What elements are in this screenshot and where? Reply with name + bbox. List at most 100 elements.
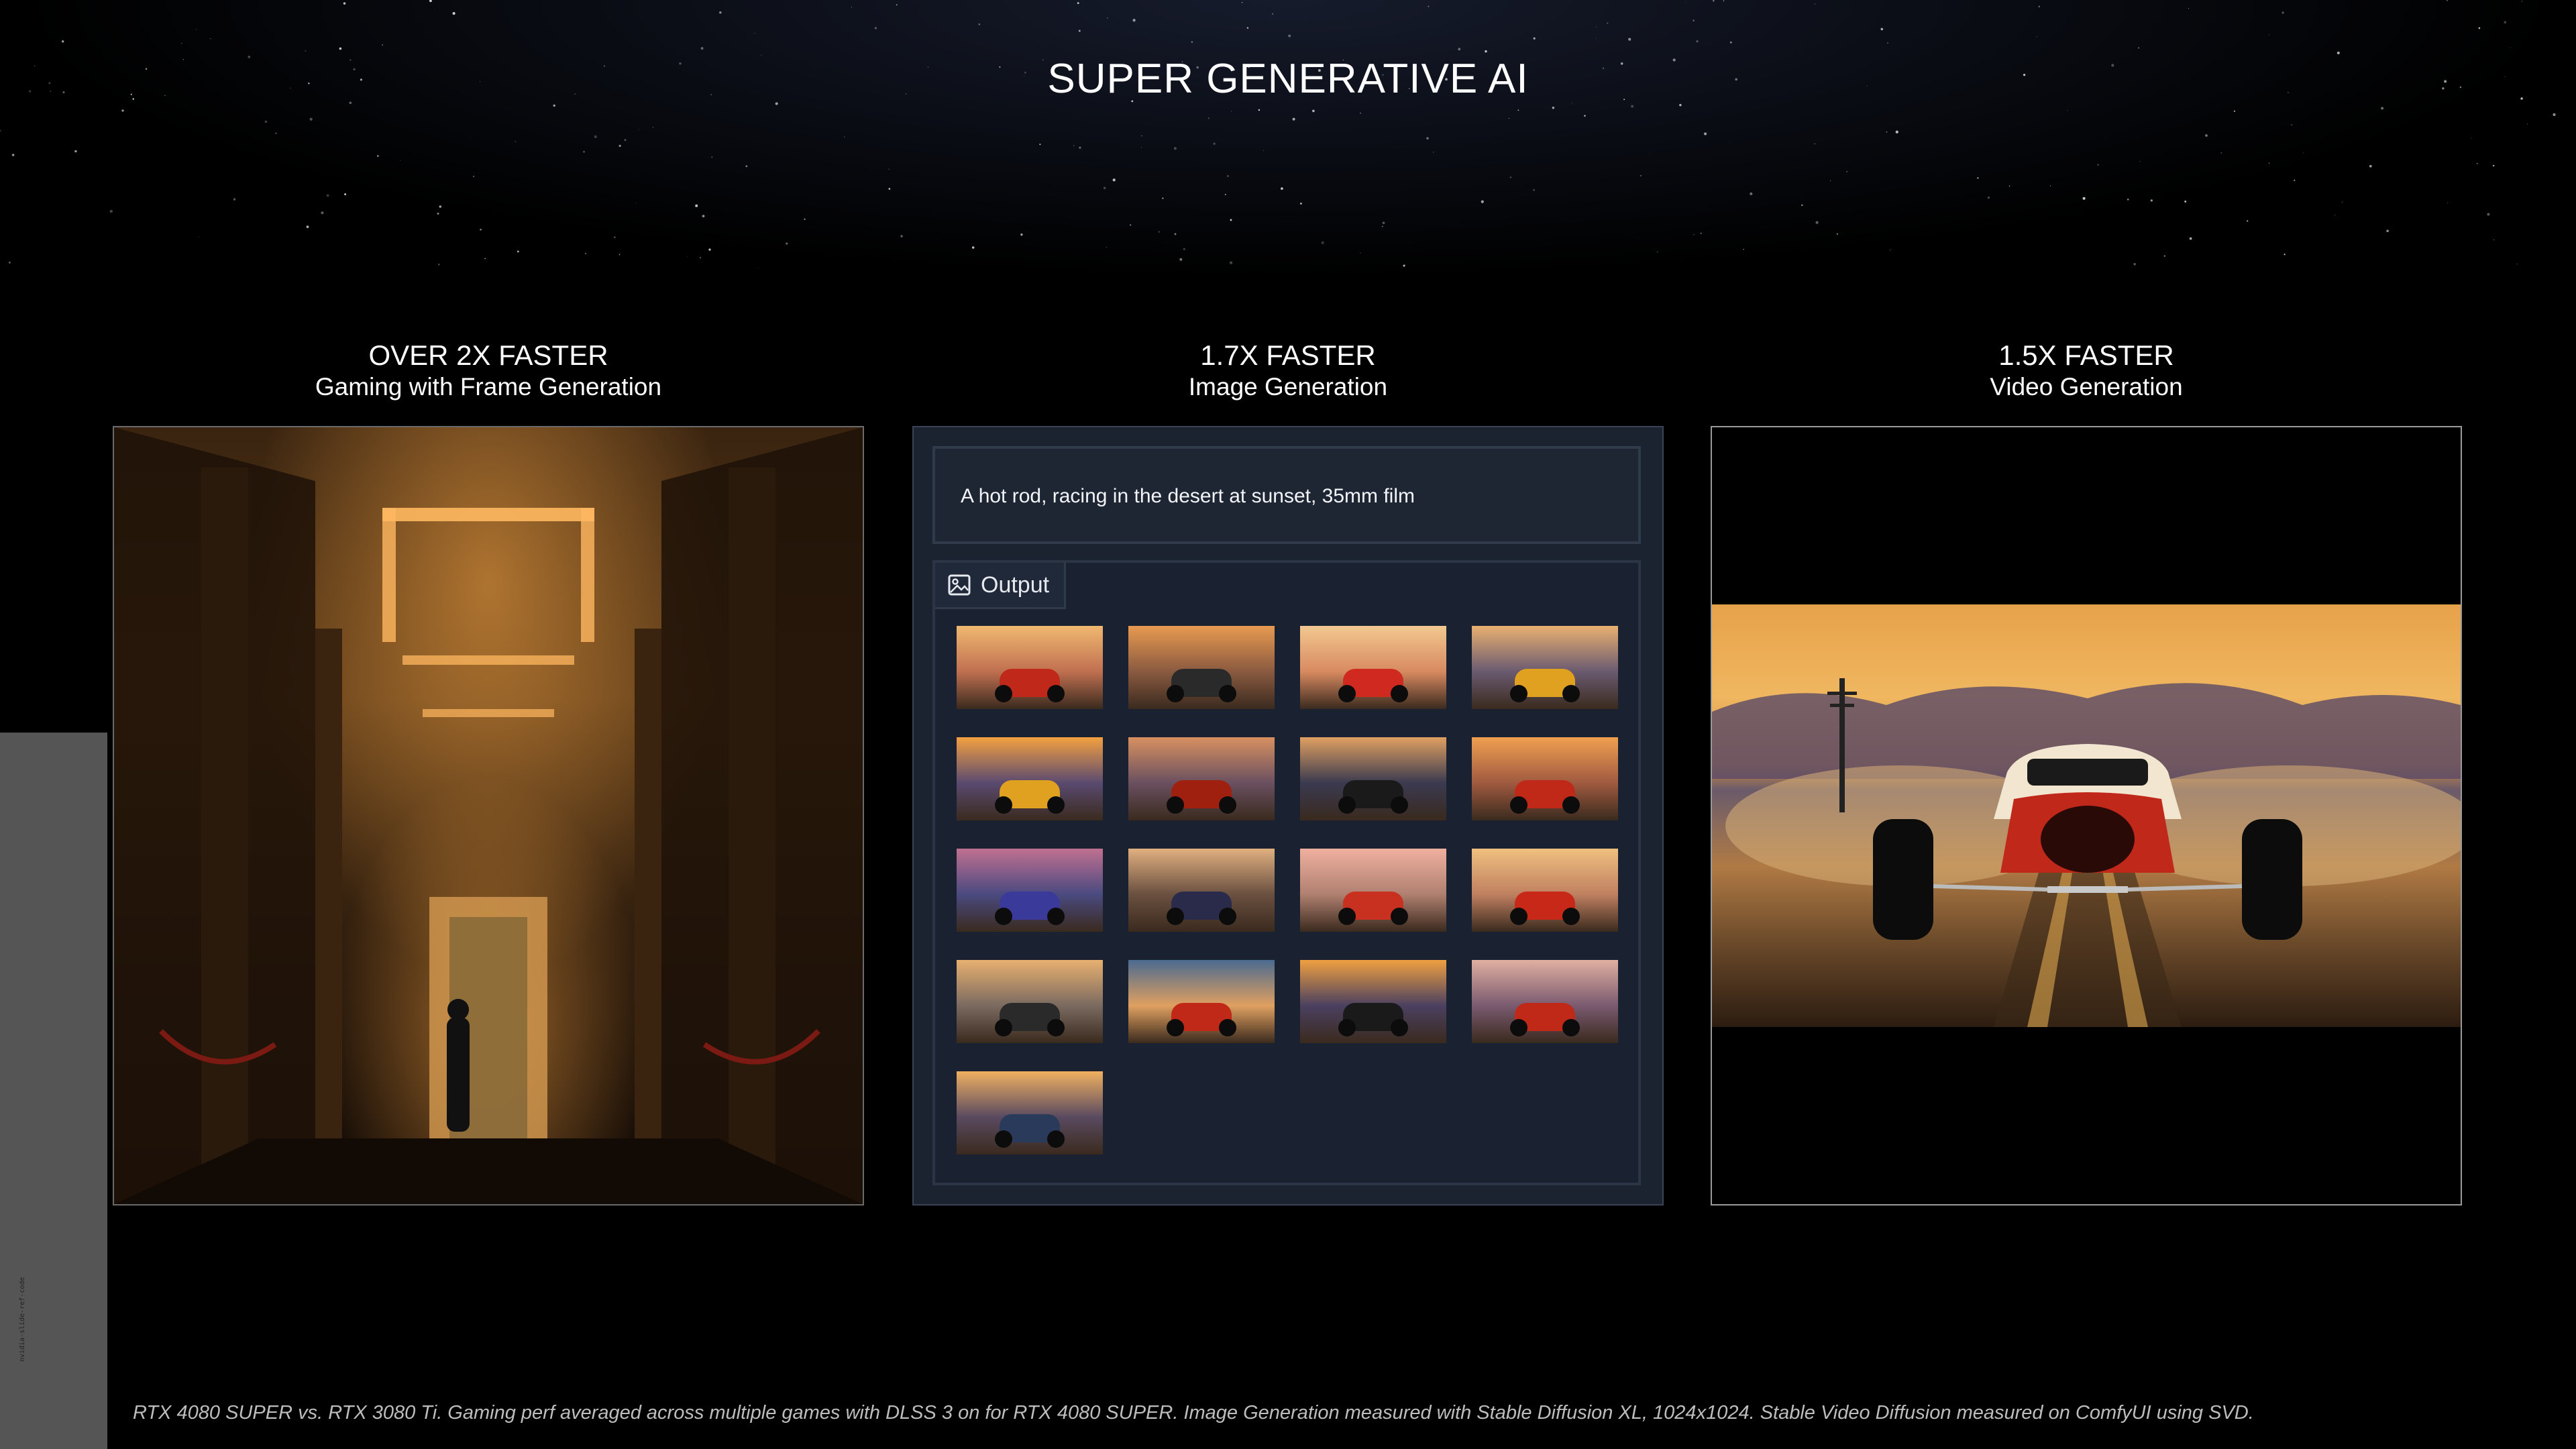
star	[181, 43, 182, 44]
star	[11, 154, 15, 156]
wheel-shape	[1167, 685, 1184, 702]
column-stat: 1.5X FASTER	[1998, 339, 2174, 371]
star	[1552, 106, 1555, 109]
star	[1987, 196, 1990, 199]
star	[2138, 47, 2140, 49]
star	[1533, 189, 1536, 191]
star	[1836, 233, 1838, 235]
video-player[interactable]	[1711, 426, 2462, 1205]
star	[434, 9, 435, 11]
star	[1039, 144, 1041, 146]
star	[1077, 2, 1079, 5]
output-thumbnail[interactable]	[1472, 960, 1618, 1043]
slide-title: SUPER GENERATIVE AI	[1047, 56, 1529, 102]
output-thumbnail[interactable]	[957, 849, 1103, 932]
star	[2008, 185, 2010, 186]
star	[2476, 162, 2478, 164]
star	[745, 165, 748, 168]
output-thumbnail[interactable]	[957, 960, 1103, 1043]
star	[900, 235, 903, 237]
wheel-shape	[1338, 908, 1356, 925]
star	[754, 32, 755, 34]
star	[517, 250, 519, 253]
output-thumbnail[interactable]	[1128, 960, 1275, 1043]
star	[1700, 232, 1702, 234]
output-thumbnail[interactable]	[957, 626, 1103, 709]
star	[376, 155, 379, 157]
star	[429, 0, 432, 3]
star	[702, 215, 705, 217]
wheel-shape	[1338, 796, 1356, 814]
star	[1458, 48, 1461, 51]
wheel-shape	[1510, 908, 1527, 925]
star	[594, 135, 597, 138]
output-thumbnail[interactable]	[1300, 737, 1446, 820]
column-stat: OVER 2X FASTER	[368, 339, 608, 371]
prompt-input[interactable]: A hot rod, racing in the desert at sunse…	[932, 446, 1641, 544]
output-thumbnail[interactable]	[957, 1071, 1103, 1155]
star	[1750, 192, 1753, 195]
wheel-shape	[1562, 908, 1580, 925]
output-thumbnail[interactable]	[957, 737, 1103, 820]
star	[1174, 233, 1177, 235]
output-thumbnail[interactable]	[1472, 626, 1618, 709]
star	[635, 202, 637, 203]
star	[1977, 177, 1979, 179]
output-thumbnail[interactable]	[1300, 849, 1446, 932]
star	[888, 188, 891, 190]
star	[1887, 42, 1888, 44]
star	[306, 225, 309, 228]
star	[326, 194, 329, 197]
image-generation-ui: A hot rod, racing in the desert at sunse…	[912, 426, 1664, 1205]
output-thumbnail[interactable]	[1128, 849, 1275, 932]
star	[2220, 152, 2222, 154]
output-thumbnail[interactable]	[1128, 737, 1275, 820]
star	[2510, 47, 2512, 48]
star	[1263, 150, 1264, 151]
output-tab[interactable]: Output	[935, 563, 1067, 609]
star	[1693, 19, 1695, 21]
wheel-shape	[995, 908, 1012, 925]
column-gaming: OVER 2X FASTER Gaming with Frame Generat…	[113, 339, 864, 1205]
output-thumbnail[interactable]	[1300, 960, 1446, 1043]
wheel-shape	[1510, 685, 1527, 702]
output-thumbnail[interactable]	[1128, 626, 1275, 709]
star	[719, 11, 722, 14]
star	[1829, 180, 1831, 182]
star	[1886, 131, 1888, 133]
star	[775, 102, 778, 105]
side-reference-code: nvidia-slide-ref-code	[19, 1277, 26, 1362]
star	[1173, 147, 1177, 150]
column-stat: 1.7X FASTER	[1200, 339, 1376, 371]
star	[2302, 152, 2304, 153]
star	[62, 40, 64, 43]
hot-rod-video-illustration	[1712, 678, 2461, 1027]
wheel-shape	[995, 796, 1012, 814]
star	[1179, 258, 1183, 261]
star	[1485, 50, 1487, 53]
star	[2291, 124, 2293, 126]
star	[321, 211, 324, 215]
star	[2133, 263, 2136, 266]
star	[583, 150, 585, 153]
column-video-generation: 1.5X FASTER Video Generation	[1711, 339, 2462, 1205]
star	[1141, 147, 1142, 148]
output-thumbnail[interactable]	[1472, 849, 1618, 932]
star	[1246, 27, 1249, 29]
star	[1227, 175, 1229, 177]
star	[614, 236, 616, 238]
star	[1628, 38, 1631, 41]
star	[2097, 164, 2099, 166]
column-subtitle: Gaming with Frame Generation	[315, 373, 662, 400]
star	[437, 212, 439, 215]
star	[2205, 134, 2208, 137]
star	[0, 129, 1, 132]
star	[1288, 34, 1291, 38]
output-thumbnail[interactable]	[1472, 737, 1618, 820]
star	[1224, 194, 1226, 195]
star	[1129, 224, 1132, 226]
star	[339, 47, 342, 50]
output-thumbnail[interactable]	[1300, 626, 1446, 709]
output-tab-label: Output	[981, 572, 1050, 598]
star	[480, 228, 482, 231]
